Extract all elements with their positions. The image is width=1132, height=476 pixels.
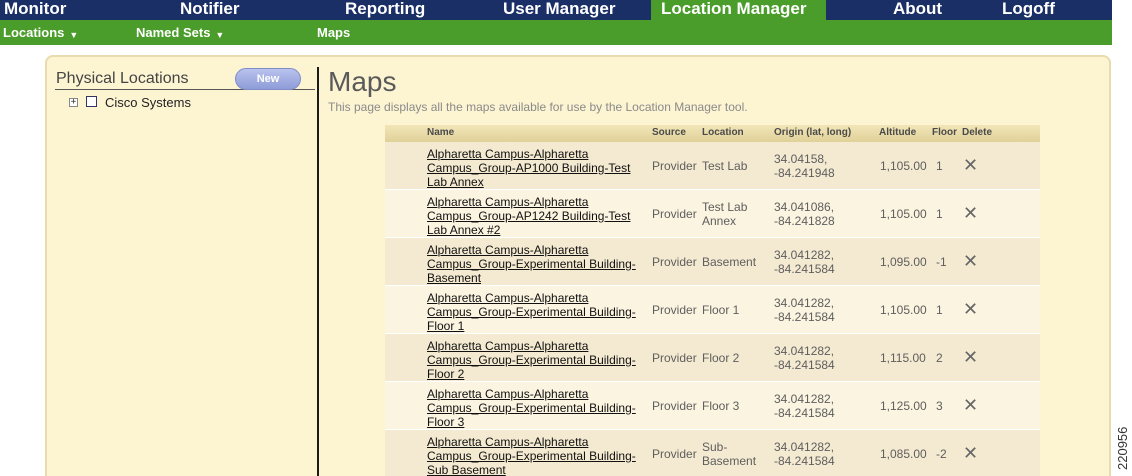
tree-node-cisco-systems[interactable]: Cisco Systems bbox=[105, 95, 191, 110]
map-altitude: 1,105.00 bbox=[880, 207, 927, 221]
map-altitude: 1,085.00 bbox=[880, 447, 927, 461]
map-source: Provider bbox=[652, 399, 697, 413]
nav-logoff[interactable]: Logoff bbox=[1002, 0, 1055, 20]
map-origin: 34.04158, -84.241948 bbox=[774, 152, 835, 180]
table-row: Alpharetta Campus-Alpharetta Campus_Grou… bbox=[385, 238, 1040, 286]
map-name-link[interactable]: Alpharetta Campus-Alpharetta Campus_Grou… bbox=[427, 339, 639, 381]
map-location: Floor 1 bbox=[702, 303, 740, 317]
nav-user-manager[interactable]: User Manager bbox=[503, 0, 615, 20]
table-row: Alpharetta Campus-Alpharetta Campus_Grou… bbox=[385, 142, 1040, 190]
nav-reporting[interactable]: Reporting bbox=[345, 0, 425, 20]
nav-location-manager[interactable]: Location Manager bbox=[651, 0, 826, 20]
delete-icon[interactable]: ✕ bbox=[963, 396, 978, 414]
map-source: Provider bbox=[652, 255, 697, 269]
map-name-link[interactable]: Alpharetta Campus-Alpharetta Campus_Grou… bbox=[427, 387, 639, 429]
col-location-header[interactable]: Location bbox=[702, 127, 744, 138]
map-location: Floor 2 bbox=[702, 351, 740, 365]
nav-notifier[interactable]: Notifier bbox=[180, 0, 240, 20]
new-location-button[interactable]: New bbox=[235, 68, 301, 90]
map-floor: 2 bbox=[936, 351, 943, 365]
subnav-locations[interactable]: Locations ▼ bbox=[3, 25, 78, 40]
subnav-maps[interactable]: Maps bbox=[317, 25, 350, 40]
maps-table: Name Source Location Origin (lat, long) … bbox=[385, 125, 1040, 476]
tree-expand-icon[interactable]: + bbox=[69, 98, 78, 107]
col-floor-header[interactable]: Floor bbox=[932, 127, 957, 138]
figure-id: 220956 bbox=[1113, 420, 1132, 470]
col-altitude-header[interactable]: Altitude bbox=[879, 127, 916, 138]
main-nav-bar: Monitor Notifier Reporting User Manager … bbox=[0, 0, 1112, 20]
map-origin: 34.041282, -84.241584 bbox=[774, 248, 835, 276]
map-altitude: 1,125.00 bbox=[880, 399, 927, 413]
delete-icon[interactable]: ✕ bbox=[963, 300, 978, 318]
figure-id-text: 220956 bbox=[1115, 426, 1130, 470]
page-title: Maps bbox=[328, 66, 397, 97]
table-row: Alpharetta Campus-Alpharetta Campus_Grou… bbox=[385, 382, 1040, 430]
col-source-header[interactable]: Source bbox=[652, 127, 686, 138]
map-name-link[interactable]: Alpharetta Campus-Alpharetta Campus_Grou… bbox=[427, 291, 639, 333]
map-name-link[interactable]: Alpharetta Campus-Alpharetta Campus_Grou… bbox=[427, 435, 639, 476]
map-floor: -1 bbox=[936, 255, 947, 269]
table-row: Alpharetta Campus-Alpharetta Campus_Grou… bbox=[385, 334, 1040, 382]
tree-checkbox[interactable] bbox=[86, 96, 97, 107]
map-location: Basement bbox=[702, 255, 757, 269]
map-origin: 34.041282, -84.241584 bbox=[774, 392, 835, 420]
page-description: This page displays all the maps availabl… bbox=[328, 100, 748, 114]
map-source: Provider bbox=[652, 351, 697, 365]
map-name-link[interactable]: Alpharetta Campus-Alpharetta Campus_Grou… bbox=[427, 243, 639, 285]
chevron-down-icon: ▼ bbox=[69, 30, 79, 40]
delete-icon[interactable]: ✕ bbox=[963, 348, 978, 366]
map-altitude: 1,115.00 bbox=[880, 351, 926, 365]
delete-icon[interactable]: ✕ bbox=[963, 156, 978, 174]
map-source: Provider bbox=[652, 303, 697, 317]
map-origin: 34.041086, -84.241828 bbox=[774, 200, 835, 228]
col-name-header[interactable]: Name bbox=[427, 127, 454, 138]
map-altitude: 1,095.00 bbox=[880, 255, 927, 269]
map-floor: 1 bbox=[936, 159, 943, 173]
subnav-locations-label: Locations bbox=[3, 25, 65, 40]
col-origin-header[interactable]: Origin (lat, long) bbox=[774, 127, 851, 138]
subnav-named-sets[interactable]: Named Sets ▼ bbox=[136, 25, 224, 40]
map-source: Provider bbox=[652, 207, 697, 221]
col-delete-header: Delete bbox=[962, 127, 993, 138]
map-origin: 34.041282, -84.241584 bbox=[774, 296, 835, 324]
map-name-link[interactable]: Alpharetta Campus-Alpharetta Campus_Grou… bbox=[427, 147, 639, 189]
pane-splitter[interactable] bbox=[317, 67, 319, 476]
table-row: Alpharetta Campus-Alpharetta Campus_Grou… bbox=[385, 190, 1040, 238]
map-name-link[interactable]: Alpharetta Campus-Alpharetta Campus_Grou… bbox=[427, 195, 639, 237]
map-floor: 1 bbox=[936, 303, 943, 317]
chevron-down-icon: ▼ bbox=[215, 30, 225, 40]
map-origin: 34.041282, -84.241584 bbox=[774, 440, 835, 468]
delete-icon[interactable]: ✕ bbox=[963, 444, 978, 462]
map-floor: 3 bbox=[936, 399, 943, 413]
physical-locations-title: Physical Locations bbox=[56, 70, 189, 87]
nav-about[interactable]: About bbox=[893, 0, 942, 20]
map-location: Floor 3 bbox=[702, 399, 740, 413]
map-origin: 34.041282, -84.241584 bbox=[774, 344, 835, 372]
map-location: Sub-Basement bbox=[702, 440, 757, 468]
nav-location-manager-label: Location Manager bbox=[661, 0, 807, 18]
map-source: Provider bbox=[652, 159, 697, 173]
map-location: Test Lab Annex bbox=[702, 200, 748, 228]
delete-icon[interactable]: ✕ bbox=[963, 252, 978, 270]
table-row: Alpharetta Campus-Alpharetta Campus_Grou… bbox=[385, 286, 1040, 334]
subnav-named-sets-label: Named Sets bbox=[136, 25, 211, 40]
map-floor: 1 bbox=[936, 207, 943, 221]
table-row: Alpharetta Campus-Alpharetta Campus_Grou… bbox=[385, 430, 1040, 476]
subnav-maps-label: Maps bbox=[317, 25, 351, 40]
map-floor: -2 bbox=[936, 447, 947, 461]
sub-nav-bar: Locations ▼ Named Sets ▼ Maps bbox=[0, 20, 1112, 45]
map-source: Provider bbox=[652, 447, 697, 461]
nav-monitor[interactable]: Monitor bbox=[4, 0, 66, 20]
map-location: Test Lab bbox=[702, 159, 748, 173]
map-altitude: 1,105.00 bbox=[880, 303, 927, 317]
table-header: Name Source Location Origin (lat, long) … bbox=[385, 125, 1040, 142]
map-altitude: 1,105.00 bbox=[880, 159, 927, 173]
delete-icon[interactable]: ✕ bbox=[963, 204, 978, 222]
